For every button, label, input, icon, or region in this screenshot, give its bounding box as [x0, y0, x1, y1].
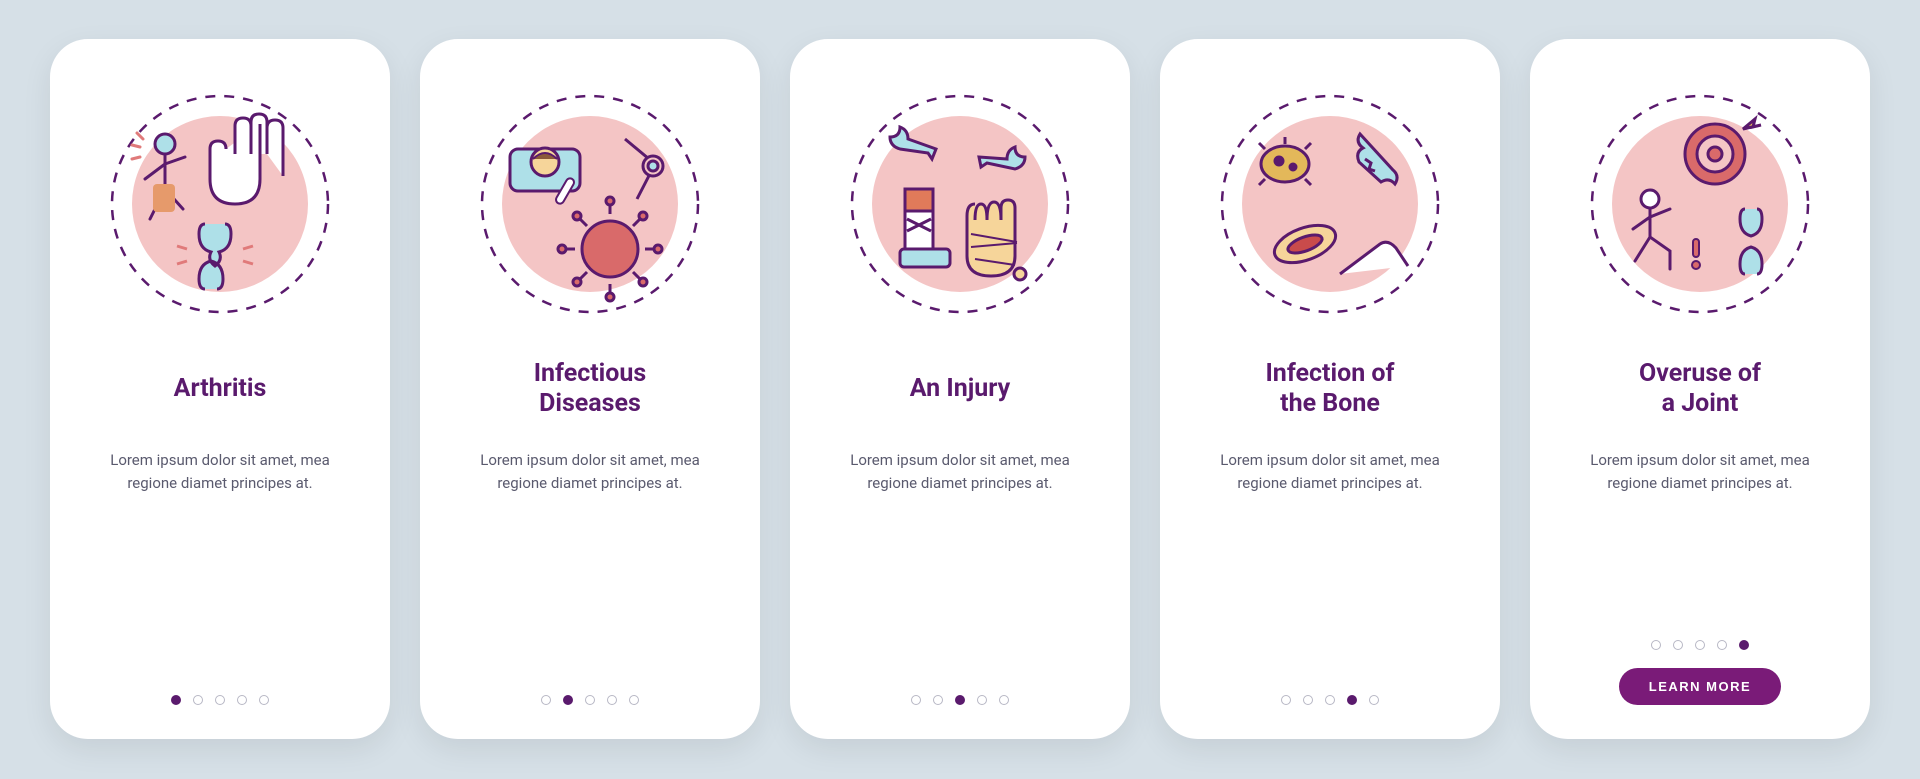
- infectious-icon: [475, 89, 705, 319]
- dot[interactable]: [1369, 695, 1379, 705]
- card-footer: [420, 695, 760, 705]
- injury-icon: [845, 89, 1075, 319]
- pagination-dots[interactable]: [1281, 695, 1379, 705]
- card-footer: [790, 695, 1130, 705]
- dot[interactable]: [259, 695, 269, 705]
- dot[interactable]: [1717, 640, 1727, 650]
- pagination-dots[interactable]: [171, 695, 269, 705]
- card-footer: LEARN MORE: [1530, 640, 1870, 705]
- dot[interactable]: [541, 695, 551, 705]
- overuse-icon: [1585, 89, 1815, 319]
- card-description: Lorem ipsum dolor sit amet, mea regione …: [1200, 449, 1460, 496]
- dot[interactable]: [1695, 640, 1705, 650]
- learn-more-button[interactable]: LEARN MORE: [1619, 668, 1781, 705]
- dot[interactable]: [563, 695, 573, 705]
- dot[interactable]: [1325, 695, 1335, 705]
- dot[interactable]: [237, 695, 247, 705]
- card-overuse-joint: Overuse ofa Joint Lorem ipsum dolor sit …: [1530, 39, 1870, 739]
- dot[interactable]: [585, 695, 595, 705]
- pagination-dots[interactable]: [541, 695, 639, 705]
- dot[interactable]: [911, 695, 921, 705]
- card-description: Lorem ipsum dolor sit amet, mea regione …: [460, 449, 720, 496]
- dot[interactable]: [1651, 640, 1661, 650]
- dot[interactable]: [955, 695, 965, 705]
- dot[interactable]: [171, 695, 181, 705]
- card-footer: [1160, 695, 1500, 705]
- dot[interactable]: [933, 695, 943, 705]
- dot[interactable]: [215, 695, 225, 705]
- dot[interactable]: [193, 695, 203, 705]
- dot[interactable]: [1347, 695, 1357, 705]
- dot[interactable]: [607, 695, 617, 705]
- dot[interactable]: [977, 695, 987, 705]
- card-title: Infection ofthe Bone: [1266, 359, 1395, 419]
- cards-row: Arthritis Lorem ipsum dolor sit amet, me…: [10, 0, 1910, 779]
- dot[interactable]: [629, 695, 639, 705]
- card-description: Lorem ipsum dolor sit amet, mea regione …: [830, 449, 1090, 496]
- card-title: InfectiousDiseases: [534, 359, 647, 419]
- dot[interactable]: [1739, 640, 1749, 650]
- card-infectious-diseases: InfectiousDiseases Lorem ipsum dolor sit…: [420, 39, 760, 739]
- dot[interactable]: [1281, 695, 1291, 705]
- card-description: Lorem ipsum dolor sit amet, mea regione …: [1570, 449, 1830, 496]
- bone-infection-icon: [1215, 89, 1445, 319]
- pagination-dots[interactable]: [1651, 640, 1749, 650]
- card-injury: An Injury Lorem ipsum dolor sit amet, me…: [790, 39, 1130, 739]
- dot[interactable]: [1673, 640, 1683, 650]
- card-description: Lorem ipsum dolor sit amet, mea regione …: [90, 449, 350, 496]
- dot[interactable]: [1303, 695, 1313, 705]
- card-title: Arthritis: [174, 359, 267, 419]
- pagination-dots[interactable]: [911, 695, 1009, 705]
- card-arthritis: Arthritis Lorem ipsum dolor sit amet, me…: [50, 39, 390, 739]
- card-bone-infection: Infection ofthe Bone Lorem ipsum dolor s…: [1160, 39, 1500, 739]
- card-title: Overuse ofa Joint: [1639, 359, 1761, 419]
- arthritis-icon: [105, 89, 335, 319]
- card-footer: [50, 695, 390, 705]
- card-title: An Injury: [910, 359, 1010, 419]
- dot[interactable]: [999, 695, 1009, 705]
